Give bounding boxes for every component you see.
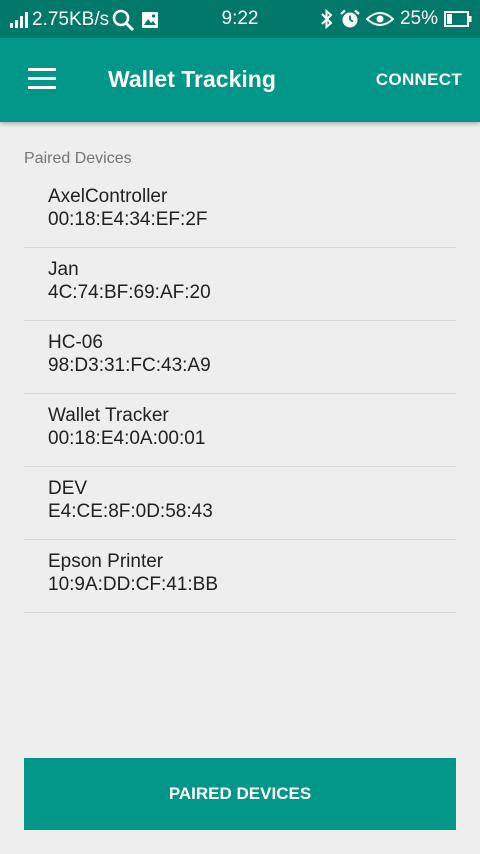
device-address: E4:CE:8F:0D:58:43	[48, 501, 213, 522]
device-address: 98:D3:31:FC:43:A9	[48, 355, 211, 376]
device-list-item[interactable]: Wallet Tracker 00:18:E4:0A:00:01	[24, 394, 456, 467]
device-address: 00:18:E4:34:EF:2F	[48, 209, 208, 230]
device-name: Wallet Tracker	[48, 405, 169, 426]
device-name: AxelController	[48, 186, 168, 207]
device-list-item[interactable]: AxelController 00:18:E4:34:EF:2F	[24, 175, 456, 248]
eye-icon	[365, 10, 394, 28]
signal-icon	[10, 12, 28, 28]
device-list-item[interactable]: HC-06 98:D3:31:FC:43:A9	[24, 321, 456, 394]
app-bar: Wallet Tracking CONNECT	[0, 38, 480, 122]
image-icon	[141, 11, 159, 29]
bluetooth-icon	[320, 9, 334, 29]
connect-button[interactable]: CONNECT	[376, 70, 462, 90]
device-name: DEV	[48, 478, 88, 499]
network-speed: 2.75KB/s	[32, 9, 110, 30]
alarm-icon	[340, 9, 360, 29]
status-bar-right: 25%	[320, 8, 472, 30]
hamburger-menu-icon[interactable]	[28, 68, 56, 90]
device-address: 4C:74:BF:69:AF:20	[48, 282, 211, 303]
device-list: AxelController 00:18:E4:34:EF:2F Jan 4C:…	[24, 175, 456, 613]
device-list-item[interactable]: Epson Printer 10:9A:DD:CF:41:BB	[24, 540, 456, 613]
battery-icon	[444, 11, 472, 27]
status-bar: 2.75KB/s 9:22 25%	[0, 0, 480, 38]
device-address: 10:9A:DD:CF:41:BB	[48, 574, 219, 595]
section-label-paired-devices: Paired Devices	[24, 150, 132, 167]
search-icon	[111, 8, 135, 32]
device-name: HC-06	[48, 332, 103, 353]
device-name: Epson Printer	[48, 551, 164, 572]
paired-devices-button[interactable]: PAIRED DEVICES	[24, 758, 456, 830]
device-list-item[interactable]: Jan 4C:74:BF:69:AF:20	[24, 248, 456, 321]
device-name: Jan	[48, 259, 79, 280]
battery-percent: 25%	[399, 8, 438, 29]
device-list-item[interactable]: DEV E4:CE:8F:0D:58:43	[24, 467, 456, 540]
status-bar-left: 2.75KB/s	[10, 8, 159, 32]
device-address: 00:18:E4:0A:00:01	[48, 428, 206, 449]
app-title: Wallet Tracking	[108, 66, 276, 92]
